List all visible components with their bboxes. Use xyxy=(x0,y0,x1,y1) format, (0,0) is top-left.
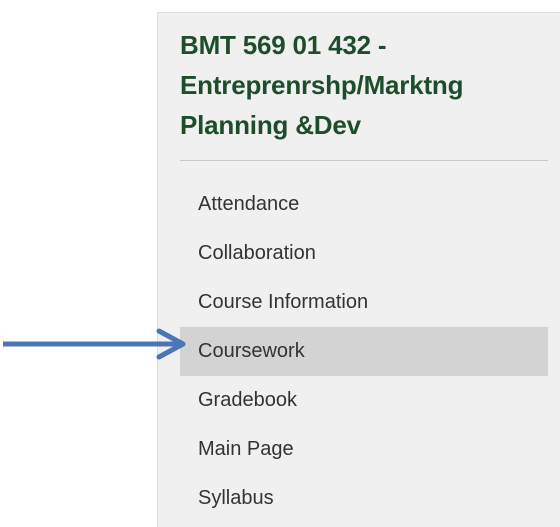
menu-item-attendance[interactable]: Attendance xyxy=(180,180,548,229)
course-title: BMT 569 01 432 - Entreprenrshp/Marktng P… xyxy=(180,30,464,140)
menu-item-syllabus[interactable]: Syllabus xyxy=(180,474,548,523)
menu-item-course-information[interactable]: Course Information xyxy=(180,278,548,327)
menu-item-collaboration[interactable]: Collaboration xyxy=(180,229,548,278)
title-divider xyxy=(180,160,548,161)
course-menu-panel: BMT 569 01 432 - Entreprenrshp/Marktng P… xyxy=(157,12,560,527)
menu-item-main-page[interactable]: Main Page xyxy=(180,425,548,474)
menu-item-coursework[interactable]: Coursework xyxy=(180,327,548,376)
course-menu: Attendance Collaboration Course Informat… xyxy=(180,180,548,523)
menu-item-gradebook[interactable]: Gradebook xyxy=(180,376,548,425)
right-arrow-icon xyxy=(3,328,186,360)
screenshot-stage: BMT 569 01 432 - Entreprenrshp/Marktng P… xyxy=(0,0,560,527)
